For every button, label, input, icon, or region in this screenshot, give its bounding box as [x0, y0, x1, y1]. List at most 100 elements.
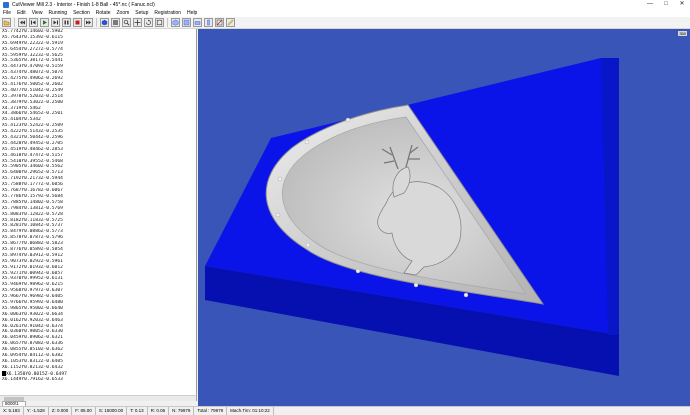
step-icon[interactable]: [51, 18, 60, 27]
nc-code-text: X5.8974Y0.0391Z-0.5912: [2, 252, 63, 258]
step-back-icon[interactable]: [29, 18, 38, 27]
nc-code-text: X5.4618Y0.4747Z-0.5157: [2, 152, 63, 158]
nc-code-text: X5.9469Y0.9896Z-0.6215: [2, 282, 63, 288]
measure-icon[interactable]: [226, 18, 235, 27]
menu-help[interactable]: Help: [187, 10, 197, 16]
rewind-icon[interactable]: [18, 18, 27, 27]
minimize-button[interactable]: —: [642, 0, 658, 9]
status-machining-time: Mach.Tim: 01:10:22: [227, 406, 274, 415]
menu-zoom[interactable]: Zoom: [117, 10, 130, 16]
nc-code-text: X5.4123Y0.5242Z-0.2509: [2, 123, 63, 129]
nc-code-text: X5.5365Y0.3817Z-0.5441: [2, 58, 63, 64]
nc-code-text: X5.8281Y0.1084Z-0.5737: [2, 223, 63, 229]
status-line: N: 79979: [169, 406, 195, 415]
window-title: CutViewer Mill 2.3 - Interior - Finish 1…: [12, 1, 155, 8]
nc-code-text: X5.7192Y0.2173Z-0.5944: [2, 176, 63, 182]
status-bar: X: 5.183 Y: -1.528 Z: 0.000 F: 85.00 S: …: [0, 406, 690, 415]
menu-bar: File Edit View Running Section Rotate Zo…: [0, 9, 690, 17]
nc-code-text: X5.8083Y0.1282Z-0.5728: [2, 211, 63, 217]
zoom-indicator: 350: [678, 31, 687, 36]
3d-viewport[interactable]: 350: [198, 29, 690, 406]
menu-setup[interactable]: Setup: [135, 10, 148, 16]
simulation-view: [205, 58, 619, 376]
nc-code-text: X6.0459Y0.8906Z-0.6321: [2, 335, 63, 341]
nc-code-text: X5.9073Y0.0292Z-0.5961: [2, 258, 63, 264]
pan-icon[interactable]: [133, 18, 142, 27]
nc-code-line[interactable]: X6.1449Y0.7916Z-0.6533: [0, 377, 196, 383]
status-x: X: 5.183: [0, 406, 24, 415]
nc-code-text: X6.1053Y0.8312Z-0.6405: [2, 358, 63, 364]
nc-code-text: X5.7786Y0.1579Z-0.5684: [2, 193, 63, 199]
nc-code-text: X4.3719Y0.5462: [2, 105, 41, 111]
status-radius: R: 0.06: [148, 406, 170, 415]
nc-code-text: X5.9271Y0.0094Z-0.6057: [2, 270, 63, 276]
menu-edit[interactable]: Edit: [17, 10, 26, 16]
menu-view[interactable]: View: [32, 10, 43, 16]
menu-running[interactable]: Running: [48, 10, 67, 16]
menu-rotate[interactable]: Rotate: [96, 10, 111, 16]
nc-code-text: X5.5959Y0.3223Z-0.5625: [2, 52, 63, 58]
status-total: Total : 79979: [194, 406, 228, 415]
nc-code-panel[interactable]: X5.7742Y0.1460Z-0.5902 X5.7643Y0.1539Z-0.…: [0, 29, 197, 395]
nc-code-text: X5.4104Y0.5342: [2, 117, 41, 123]
nc-code-text: X5.4222Y0.5143Z-0.2535: [2, 129, 63, 135]
nc-code-text: X6.0657Y0.8708Z-0.6336: [2, 341, 63, 347]
top-view-icon[interactable]: [182, 18, 191, 27]
status-speed: S: 15000.00: [96, 406, 128, 415]
zoom-icon[interactable]: [122, 18, 131, 27]
front-view-icon[interactable]: [193, 18, 202, 27]
nc-code-text: X5.6949Y0.2232Z-0.5919: [2, 40, 63, 46]
maximize-button[interactable]: □: [658, 0, 674, 9]
rotate-icon[interactable]: [144, 18, 153, 27]
nc-code-text: X5.9568Y0.9797Z-0.6307: [2, 288, 63, 294]
nc-code-text: X6.0855Y0.8510Z-0.6362: [2, 347, 63, 353]
pause-icon[interactable]: [62, 18, 71, 27]
code-horizontal-scrollbar[interactable]: [0, 395, 197, 401]
solid-view-icon[interactable]: [100, 18, 109, 27]
title-bar: CutViewer Mill 2.3 - Interior - Finish 1…: [0, 0, 690, 9]
nc-code-text: X5.4321Y0.5044Z-0.2596: [2, 135, 63, 141]
menu-file[interactable]: File: [3, 10, 11, 16]
nc-code-text: X5.7687Y0.1678Z-0.6067: [2, 188, 63, 194]
nc-code-text: X6.0261Y0.9104Z-0.6374: [2, 323, 63, 329]
nc-code-text: X5.7742Y0.1460Z-0.5902: [2, 29, 63, 34]
nc-code-text: X5.7643Y0.1539Z-0.6115: [2, 34, 63, 40]
fit-icon[interactable]: [155, 18, 164, 27]
nc-code-text: X5.9667Y0.9698Z-0.6405: [2, 294, 63, 300]
toolbar-separator: [96, 18, 97, 27]
nc-code-text: X6.0360Y0.9005Z-0.6330: [2, 329, 63, 335]
nc-code-text: X5.4176Y0.5005Z-0.2602: [2, 82, 63, 88]
nc-code-text: X5.4077Y0.5104Z-0.2549: [2, 87, 63, 93]
menu-registration[interactable]: Registration: [154, 10, 181, 16]
app-window: CutViewer Mill 2.3 - Interior - Finish 1…: [0, 0, 690, 415]
side-view-icon[interactable]: [204, 18, 213, 27]
nc-code-text: X5.7885Y0.1480Z-0.5758: [2, 199, 63, 205]
status-feed: F: 85.00: [72, 406, 96, 415]
nc-code-text: X4.3866Y0.5465Z-0.2501: [2, 111, 63, 117]
nc-code-text: X5.9766Y0.9599Z-0.6480: [2, 299, 63, 305]
iso-view-icon[interactable]: [171, 18, 180, 27]
nc-code-text: X6.0162Y0.9203Z-0.6463: [2, 317, 63, 323]
nc-code-text: X5.5905Y0.3460Z-0.5562: [2, 164, 63, 170]
menu-section[interactable]: Section: [73, 10, 90, 16]
shade-icon[interactable]: [111, 18, 120, 27]
nc-code-text: X5.6400Y0.2965Z-0.5713: [2, 170, 63, 176]
open-icon[interactable]: [2, 18, 11, 27]
nc-code-text: X5.4420Y0.4945Z-0.2705: [2, 140, 63, 146]
nc-code-text: X5.8677Y0.0688Z-0.5823: [2, 241, 63, 247]
end-icon[interactable]: [84, 18, 93, 27]
nc-code-text: X5.3978Y0.5203Z-0.2514: [2, 93, 63, 99]
nc-code-text: X5.9172Y0.0193Z-0.6012: [2, 264, 63, 270]
play-icon[interactable]: [40, 18, 49, 27]
stop-icon[interactable]: [73, 18, 82, 27]
nc-code-text: X5.7984Y0.1381Z-0.5769: [2, 205, 63, 211]
nc-code-text: X5.4374Y0.4807Z-0.5074: [2, 70, 63, 76]
app-icon: [3, 1, 9, 8]
section-icon[interactable]: [215, 18, 224, 27]
close-button[interactable]: ✕: [674, 0, 690, 9]
nc-code-text: X5.6454Y0.2727Z-0.5774: [2, 46, 63, 52]
nc-code-text: X5.4519Y0.4846Z-0.2853: [2, 146, 63, 152]
nc-code-text: X6.0954Y0.8411Z-0.6382: [2, 352, 63, 358]
status-tool: T: 0.13: [127, 406, 148, 415]
nc-code-text: X6.0063Y0.9302Z-0.6634: [2, 311, 63, 317]
